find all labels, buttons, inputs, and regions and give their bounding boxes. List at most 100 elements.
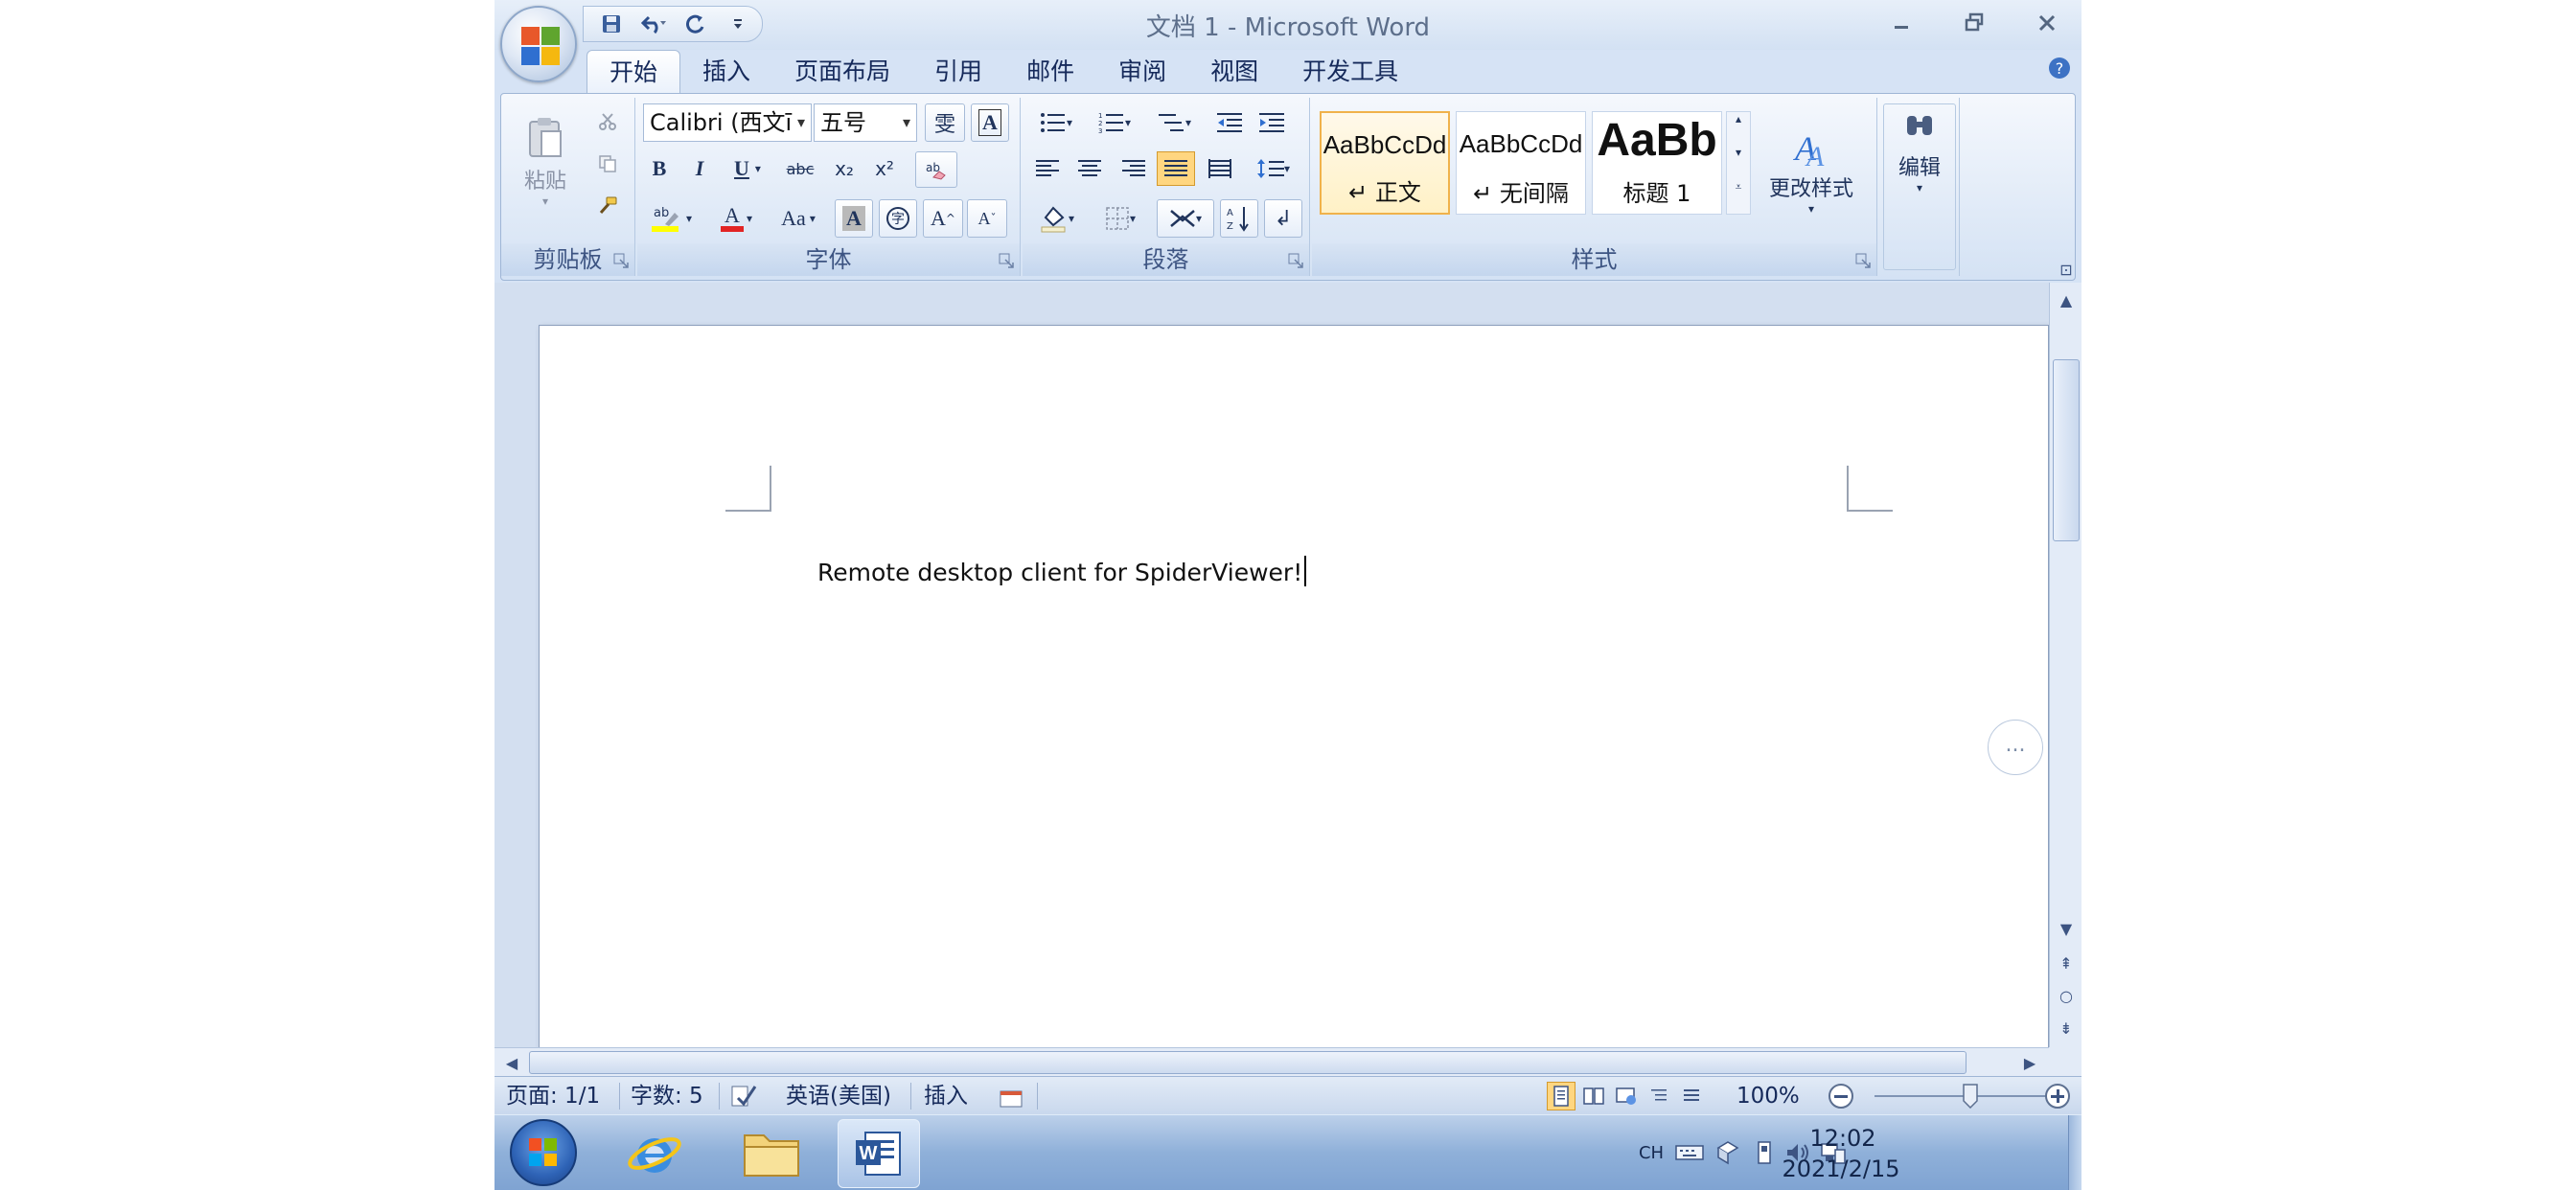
minimize-button[interactable]: [1880, 4, 1922, 42]
subscript-button[interactable]: x₂: [827, 151, 862, 186]
justify-button[interactable]: [1157, 151, 1195, 186]
web-layout-view-button[interactable]: [1612, 1082, 1641, 1110]
page-count-status[interactable]: 页面: 1/1: [506, 1077, 600, 1115]
align-left-button[interactable]: [1028, 151, 1067, 186]
character-shading-button[interactable]: A: [835, 199, 873, 238]
phonetic-guide-button[interactable]: 雯: [925, 103, 965, 142]
language-status[interactable]: 英语(美国): [786, 1077, 891, 1115]
cut-button[interactable]: [593, 107, 622, 136]
show-desktop-button[interactable]: [2068, 1115, 2082, 1190]
taskbar-internet-explorer[interactable]: [613, 1119, 696, 1188]
full-screen-reading-view-button[interactable]: [1579, 1082, 1608, 1110]
help-icon[interactable]: ?: [2047, 56, 2072, 80]
clock-time[interactable]: 12:02: [1781, 1125, 1905, 1152]
clipboard-dialog-launcher-icon[interactable]: [613, 253, 629, 268]
restore-button[interactable]: [1953, 4, 1995, 42]
tab-home[interactable]: 开始: [586, 50, 681, 94]
sort-button[interactable]: AZ: [1220, 199, 1258, 238]
paste-button[interactable]: 粘贴 ▾: [509, 102, 582, 222]
style-no-spacing[interactable]: AaBbCcDd ↵ 无间隔: [1456, 111, 1586, 215]
select-browse-object-icon[interactable]: ○: [2053, 982, 2080, 1009]
office-button[interactable]: [500, 6, 577, 82]
scroll-down-icon[interactable]: ▾: [1736, 146, 1741, 179]
strikethrough-button[interactable]: abc: [781, 151, 819, 186]
tab-references[interactable]: 引用: [912, 50, 1004, 94]
font-name-combo[interactable]: Calibri (西文ī ▾: [643, 103, 812, 142]
zoom-level[interactable]: 100%: [1736, 1077, 1800, 1115]
ruler-toggle-icon[interactable]: ⊡: [2053, 256, 2080, 283]
scroll-left-icon[interactable]: ◀: [498, 1049, 525, 1076]
font-size-combo[interactable]: 五号 ▾: [814, 103, 917, 142]
superscript-button[interactable]: x²: [867, 151, 902, 186]
align-center-button[interactable]: [1070, 151, 1109, 186]
text-highlight-button[interactable]: ab ▾: [643, 199, 701, 238]
next-page-icon[interactable]: ⇟: [2053, 1015, 2080, 1041]
tab-page-layout[interactable]: 页面布局: [772, 50, 912, 94]
increase-indent-button[interactable]: [1253, 105, 1291, 140]
bold-button[interactable]: B: [645, 151, 674, 186]
document-text[interactable]: Remote desktop client for SpiderViewer!: [817, 556, 1307, 586]
scroll-up-icon[interactable]: ▲: [2053, 286, 2080, 313]
ime-indicator[interactable]: CH: [1635, 1138, 1668, 1167]
change-case-button[interactable]: Aa ▾: [770, 199, 827, 238]
horizontal-scroll-thumb[interactable]: [529, 1051, 1966, 1074]
scroll-down-icon[interactable]: ▼: [2053, 915, 2080, 942]
tab-developer[interactable]: 开发工具: [1280, 50, 1420, 94]
tab-mailings[interactable]: 邮件: [1004, 50, 1096, 94]
print-layout-view-button[interactable]: [1547, 1082, 1576, 1110]
more-styles-icon[interactable]: ⩡: [1736, 180, 1742, 214]
close-button[interactable]: [2026, 4, 2068, 42]
outline-view-button[interactable]: [1644, 1082, 1673, 1110]
font-color-button[interactable]: A ▾: [706, 199, 764, 238]
styles-dialog-launcher-icon[interactable]: [1855, 253, 1871, 268]
show-marks-button[interactable]: ↲: [1264, 199, 1302, 238]
styles-scroll[interactable]: ▴ ▾ ⩡: [1726, 111, 1751, 215]
taskbar-microsoft-word[interactable]: W: [838, 1119, 920, 1188]
security-tray-icon[interactable]: [1712, 1138, 1744, 1167]
distributed-button[interactable]: [1201, 151, 1239, 186]
enclose-characters-button[interactable]: 字: [879, 199, 917, 238]
tab-review[interactable]: 审阅: [1096, 50, 1188, 94]
numbering-button[interactable]: 123 ▾: [1086, 105, 1143, 140]
draft-view-button[interactable]: [1677, 1082, 1706, 1110]
clock-date[interactable]: 2021/2/15: [1769, 1156, 1913, 1182]
word-count-status[interactable]: 字数: 5: [631, 1077, 703, 1115]
scroll-up-icon[interactable]: ▴: [1736, 112, 1741, 146]
scroll-right-icon[interactable]: ▶: [2016, 1049, 2043, 1076]
more-options-button[interactable]: ...: [1988, 720, 2043, 775]
editing-button[interactable]: 编辑 ▾: [1883, 103, 1956, 270]
vertical-scroll-thumb[interactable]: [2053, 359, 2080, 541]
align-right-button[interactable]: [1115, 151, 1153, 186]
change-styles-button[interactable]: AA 更改样式 ▾: [1755, 107, 1868, 232]
style-normal[interactable]: AaBbCcDd ↵ 正文: [1320, 111, 1450, 215]
shading-button[interactable]: ▾: [1028, 199, 1086, 238]
decrease-indent-button[interactable]: [1210, 105, 1249, 140]
multilevel-list-button[interactable]: ▾: [1147, 105, 1203, 140]
previous-page-icon[interactable]: ⇞: [2053, 950, 2080, 976]
taskbar-file-explorer[interactable]: [730, 1119, 813, 1188]
vertical-scrollbar[interactable]: ⊡ ▲ ▼ ⇞ ○ ⇟: [2049, 261, 2082, 1047]
tab-insert[interactable]: 插入: [680, 50, 772, 94]
font-dialog-launcher-icon[interactable]: [999, 253, 1014, 268]
horizontal-scrollbar[interactable]: ◀ ▶: [494, 1047, 2049, 1076]
format-painter-button[interactable]: [593, 192, 622, 220]
paragraph-dialog-launcher-icon[interactable]: [1288, 253, 1303, 268]
shrink-font-button[interactable]: Aˇ: [967, 199, 1007, 238]
keyboard-tray-icon[interactable]: [1673, 1138, 1706, 1167]
clear-formatting-button[interactable]: ab: [915, 151, 957, 188]
grow-font-label: A: [931, 206, 946, 230]
document-page[interactable]: Remote desktop client for SpiderViewer!: [539, 325, 2049, 1053]
style-heading-1[interactable]: AaBb 标题 1: [1592, 111, 1722, 215]
char-border-button[interactable]: A: [971, 103, 1009, 142]
italic-button[interactable]: I: [685, 151, 714, 186]
tab-view[interactable]: 视图: [1188, 50, 1280, 94]
borders-button[interactable]: ▾: [1092, 199, 1149, 238]
grow-font-button[interactable]: A ^: [923, 199, 963, 238]
underline-button[interactable]: U ▾: [724, 151, 771, 186]
insert-mode-status[interactable]: 插入: [924, 1077, 968, 1115]
bullets-button[interactable]: ▾: [1028, 105, 1084, 140]
line-spacing-button[interactable]: ▾: [1247, 151, 1300, 186]
chinese-layout-button[interactable]: ▾: [1157, 199, 1214, 238]
copy-button[interactable]: [593, 149, 622, 178]
start-button[interactable]: [510, 1119, 577, 1186]
